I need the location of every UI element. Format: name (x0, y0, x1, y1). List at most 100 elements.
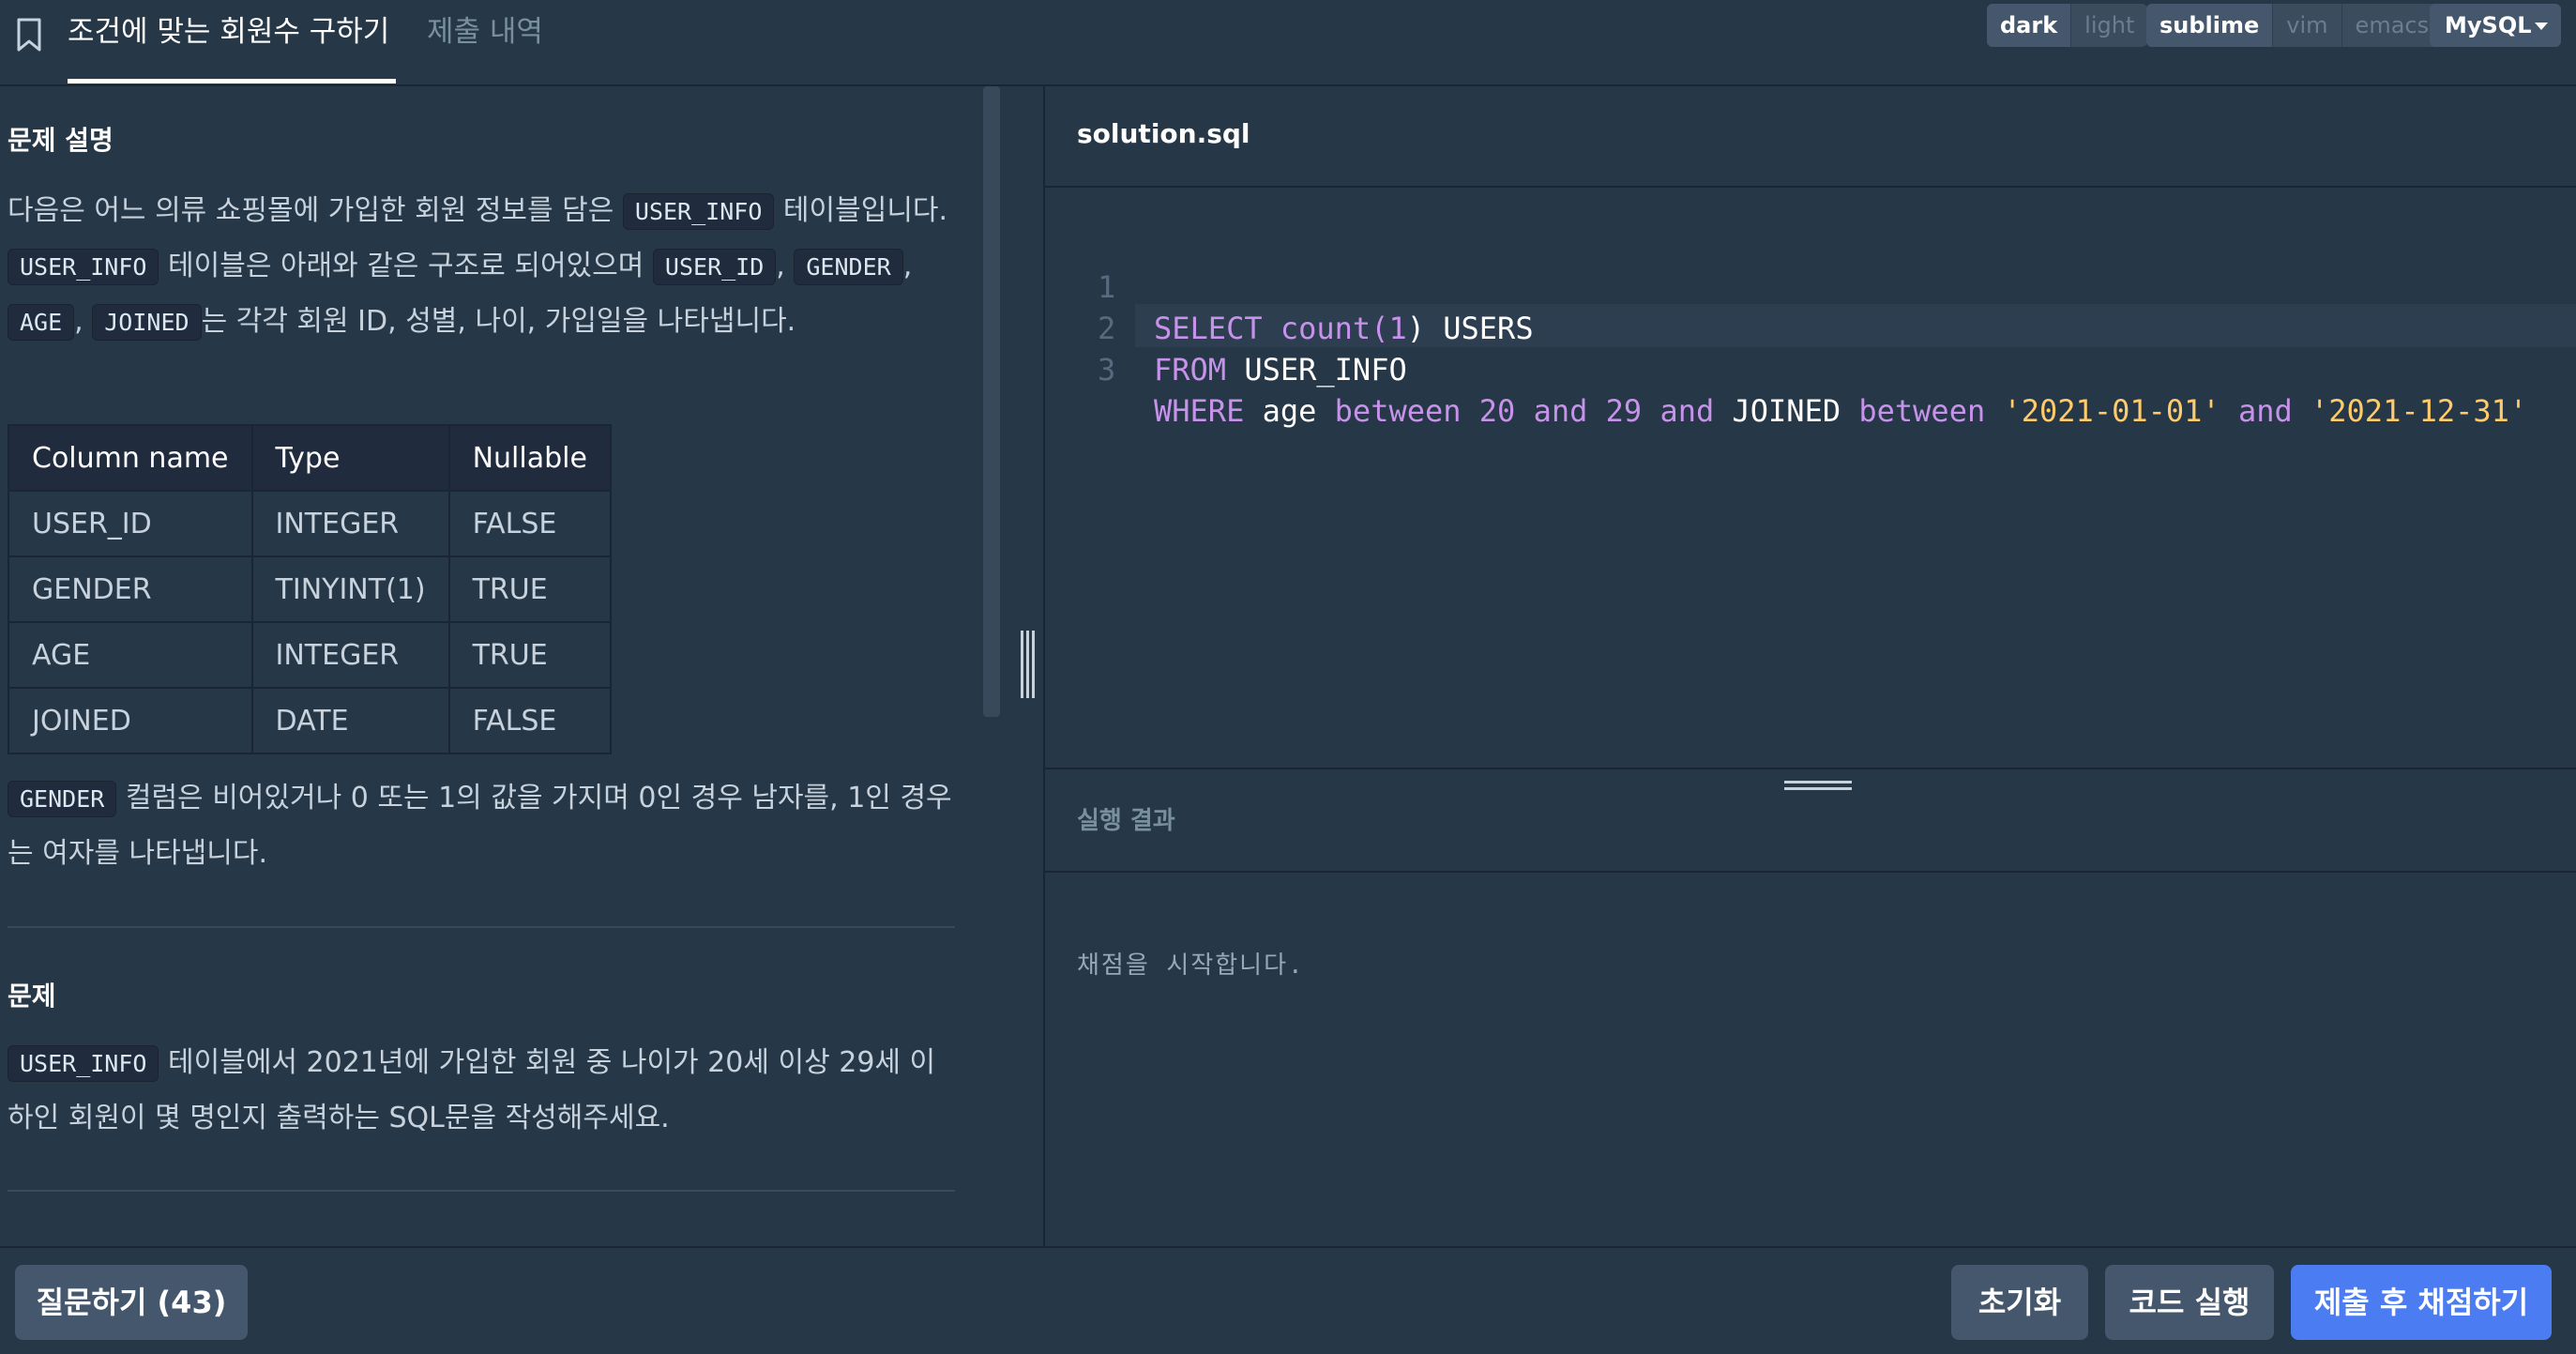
keyword-token: SELECT (1154, 311, 1263, 346)
table-cell: INTEGER (250, 490, 450, 557)
description-paragraph: 다음은 어느 의류 쇼핑몰에 가입한 회원 정보를 담은 USER_INFO 테… (8, 184, 955, 350)
number-token: 1 (1388, 311, 1407, 346)
problem-scrollbar[interactable] (983, 86, 1000, 717)
table-cell: GENDER (8, 555, 253, 623)
keymap-vim-option[interactable]: vim (2272, 4, 2341, 47)
code-gender-note: GENDER (8, 781, 117, 817)
keyword-token: between (1334, 393, 1462, 429)
problem-panel: 문제 설명 다음은 어느 의류 쇼핑몰에 가입한 회원 정보를 담은 USER_… (0, 86, 1041, 1246)
keyword-token: WHERE (1154, 393, 1245, 429)
gender-note-text: 컬럼은 비어있거나 0 또는 1의 값을 가지며 0인 경우 남자를, 1인 경… (8, 782, 952, 870)
question-paragraph: USER_INFO 테이블에서 2021년에 가입한 회원 중 나이가 20세 … (8, 1036, 955, 1146)
number-token: 20 (1478, 393, 1516, 429)
number-token: 29 (1605, 393, 1643, 429)
code-line: 1 SELECT count(1) USERS (1045, 225, 1534, 346)
table-header: Type (250, 424, 450, 492)
line-number: 3 (1098, 352, 1116, 388)
code-text: WHERE age between 20 and 29 and JOINED b… (1154, 390, 2527, 432)
gender-note-paragraph: GENDER 컬럼은 비어있거나 0 또는 1의 값을 가지며 0인 경우 남자… (8, 771, 955, 881)
table-row: GENDER TINYINT(1) TRUE (8, 555, 612, 623)
table-cell: INTEGER (250, 621, 450, 689)
tab-submission-history[interactable]: 제출 내역 (427, 9, 543, 54)
table-row: AGE INTEGER TRUE (8, 621, 612, 689)
table-cell: FALSE (447, 687, 612, 754)
comma: , (776, 250, 785, 282)
table-cell: FALSE (447, 490, 612, 557)
identifier-token: JOINED (1714, 393, 1859, 429)
table-cell: TINYINT(1) (250, 555, 450, 623)
table-header-row: Column name Type Nullable (8, 424, 612, 492)
question-heading: 문제 (8, 981, 56, 1012)
table-cell: TRUE (447, 555, 612, 623)
keyword-token: FROM (1154, 352, 1227, 388)
identifier-token: ) USERS (1406, 311, 1534, 346)
keyword-token: and (2237, 393, 2293, 429)
code-text: SELECT count(1) USERS (1154, 308, 1534, 349)
table-cell: USER_ID (8, 490, 253, 557)
top-bar: 조건에 맞는 회원수 구하기 제출 내역 dark light sublime … (0, 0, 2576, 86)
editor-filename: solution.sql (1077, 118, 1250, 149)
result-resize-handle[interactable] (1784, 779, 1852, 794)
result-message: 채점을 시작합니다. (1077, 951, 1305, 980)
function-token: count( (1280, 311, 1389, 346)
intro-text-3: 테이블은 아래와 같은 구조로 되어있으며 (168, 250, 644, 282)
ask-question-button[interactable]: 질문하기 (43) (15, 1265, 248, 1340)
reset-button[interactable]: 초기화 (1951, 1265, 2088, 1340)
intro-text-4: 는 각각 회원 ID, 성별, 나이, 가입일을 나타냅니다. (201, 305, 796, 338)
identifier-token: USER_INFO (1226, 352, 1407, 388)
caret-down-icon (2535, 23, 2548, 30)
language-select[interactable]: MySQL (2430, 4, 2561, 47)
intro-text-1: 다음은 어느 의류 쇼핑몰에 가입한 회원 정보를 담은 (8, 194, 614, 227)
result-title: 실행 결과 (1077, 807, 1175, 835)
code-user-id: USER_ID (652, 249, 777, 285)
string-token: '2021-01-01' (2003, 393, 2220, 429)
keymap-sublime-option[interactable]: sublime (2146, 4, 2273, 47)
keyword-token: between (1858, 393, 1986, 429)
active-tab-indicator (68, 79, 396, 84)
comma: , (74, 305, 83, 338)
section-divider (8, 926, 955, 928)
code-line: 3 WHERE age between 20 and 29 and JOINED… (1045, 308, 2527, 429)
description-heading: 문제 설명 (8, 125, 114, 156)
tab-problem-title[interactable]: 조건에 맞는 회원수 구하기 (68, 9, 389, 54)
code-user-info: USER_INFO (622, 193, 775, 230)
code-gender: GENDER (794, 249, 903, 285)
run-code-button[interactable]: 코드 실행 (2105, 1265, 2274, 1340)
identifier-token: age (1244, 393, 1335, 429)
table-header: Column name (8, 424, 253, 492)
section-divider (8, 1190, 955, 1192)
table-row: USER_ID INTEGER FALSE (8, 490, 612, 557)
keymap-emacs-option[interactable]: emacs (2341, 4, 2443, 47)
table-cell: TRUE (447, 621, 612, 689)
intro-text-2: 테이블입니다. (782, 194, 948, 227)
table-header: Nullable (447, 424, 612, 492)
theme-dark-option[interactable]: dark (1987, 4, 2071, 47)
code-age: AGE (8, 304, 75, 341)
comma: , (902, 250, 913, 282)
code-user-info-2: USER_INFO (8, 249, 159, 285)
keyword-token: and (1659, 393, 1715, 429)
code-editor[interactable]: 1 SELECT count(1) USERS 2 FROM USER_INFO… (1043, 188, 2576, 768)
result-output: 채점을 시작합니다. (1043, 871, 2576, 1246)
bottom-bar: 질문하기 (43) 초기화 코드 실행 제출 후 채점하기 (0, 1246, 2576, 1354)
table-row: JOINED DATE FALSE (8, 687, 612, 754)
bookmark-icon[interactable] (15, 17, 43, 53)
schema-table: Column name Type Nullable USER_ID INTEGE… (8, 424, 612, 754)
table-cell: JOINED (8, 687, 253, 754)
code-joined: JOINED (92, 304, 202, 341)
theme-toggle: dark light (1987, 4, 2148, 47)
editor-header: solution.sql (1043, 86, 2576, 188)
submit-button[interactable]: 제출 후 채점하기 (2291, 1265, 2552, 1340)
code-line: 2 FROM USER_INFO (1045, 266, 1407, 388)
keyword-token: and (1533, 393, 1588, 429)
language-select-value: MySQL (2445, 12, 2532, 38)
table-cell: AGE (8, 621, 253, 689)
table-cell: DATE (250, 687, 450, 754)
keymap-toggle: sublime vim emacs (2146, 4, 2443, 47)
string-token: '2021-12-31' (2311, 393, 2528, 429)
panel-resize-handle[interactable] (1019, 631, 1038, 698)
code-text: FROM USER_INFO (1154, 349, 1407, 390)
code-question-table: USER_INFO (8, 1045, 159, 1082)
theme-light-option[interactable]: light (2070, 4, 2147, 47)
result-header: 실행 결과 (1043, 768, 2576, 873)
